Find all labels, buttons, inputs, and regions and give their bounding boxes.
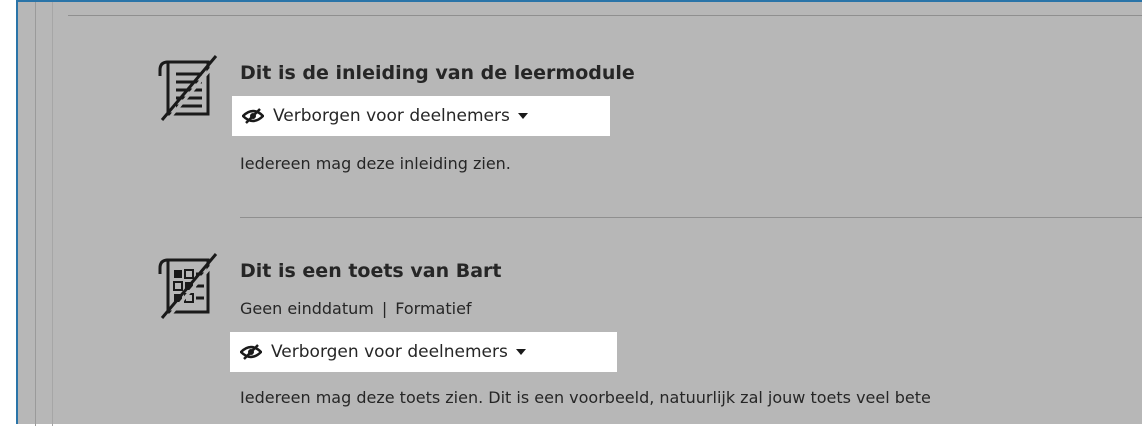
top-divider [68,15,1142,16]
panel-gutter-line [35,2,36,426]
visibility-label: Verborgen voor deelnemers [271,342,508,362]
meta-separator: | [381,299,388,318]
content-panel: Dit is de inleiding van de leermodule Ve… [16,0,1142,426]
eye-slash-icon [240,344,262,360]
visibility-dropdown[interactable]: Verborgen voor deelnemers [232,96,610,136]
assessment-type-label: Formatief [395,299,472,318]
caret-down-icon [517,113,528,119]
test-icon [158,253,222,321]
item-description: Iedereen mag deze inleiding zien. [240,154,511,173]
visibility-dropdown[interactable]: Verborgen voor deelnemers [230,332,617,372]
due-date-label: Geen einddatum [240,299,374,318]
panel-gutter-line-inner [52,2,53,426]
item-title[interactable]: Dit is de inleiding van de leermodule [240,62,635,84]
document-icon [158,55,222,123]
item-divider [240,217,1142,218]
visibility-label: Verborgen voor deelnemers [273,106,510,126]
item-title[interactable]: Dit is een toets van Bart [240,260,501,282]
eye-slash-icon [242,108,264,124]
item-description: Iedereen mag deze toets zien. Dit is een… [240,388,931,407]
item-meta: Geen einddatum | Formatief [240,299,472,318]
caret-down-icon [515,349,526,355]
